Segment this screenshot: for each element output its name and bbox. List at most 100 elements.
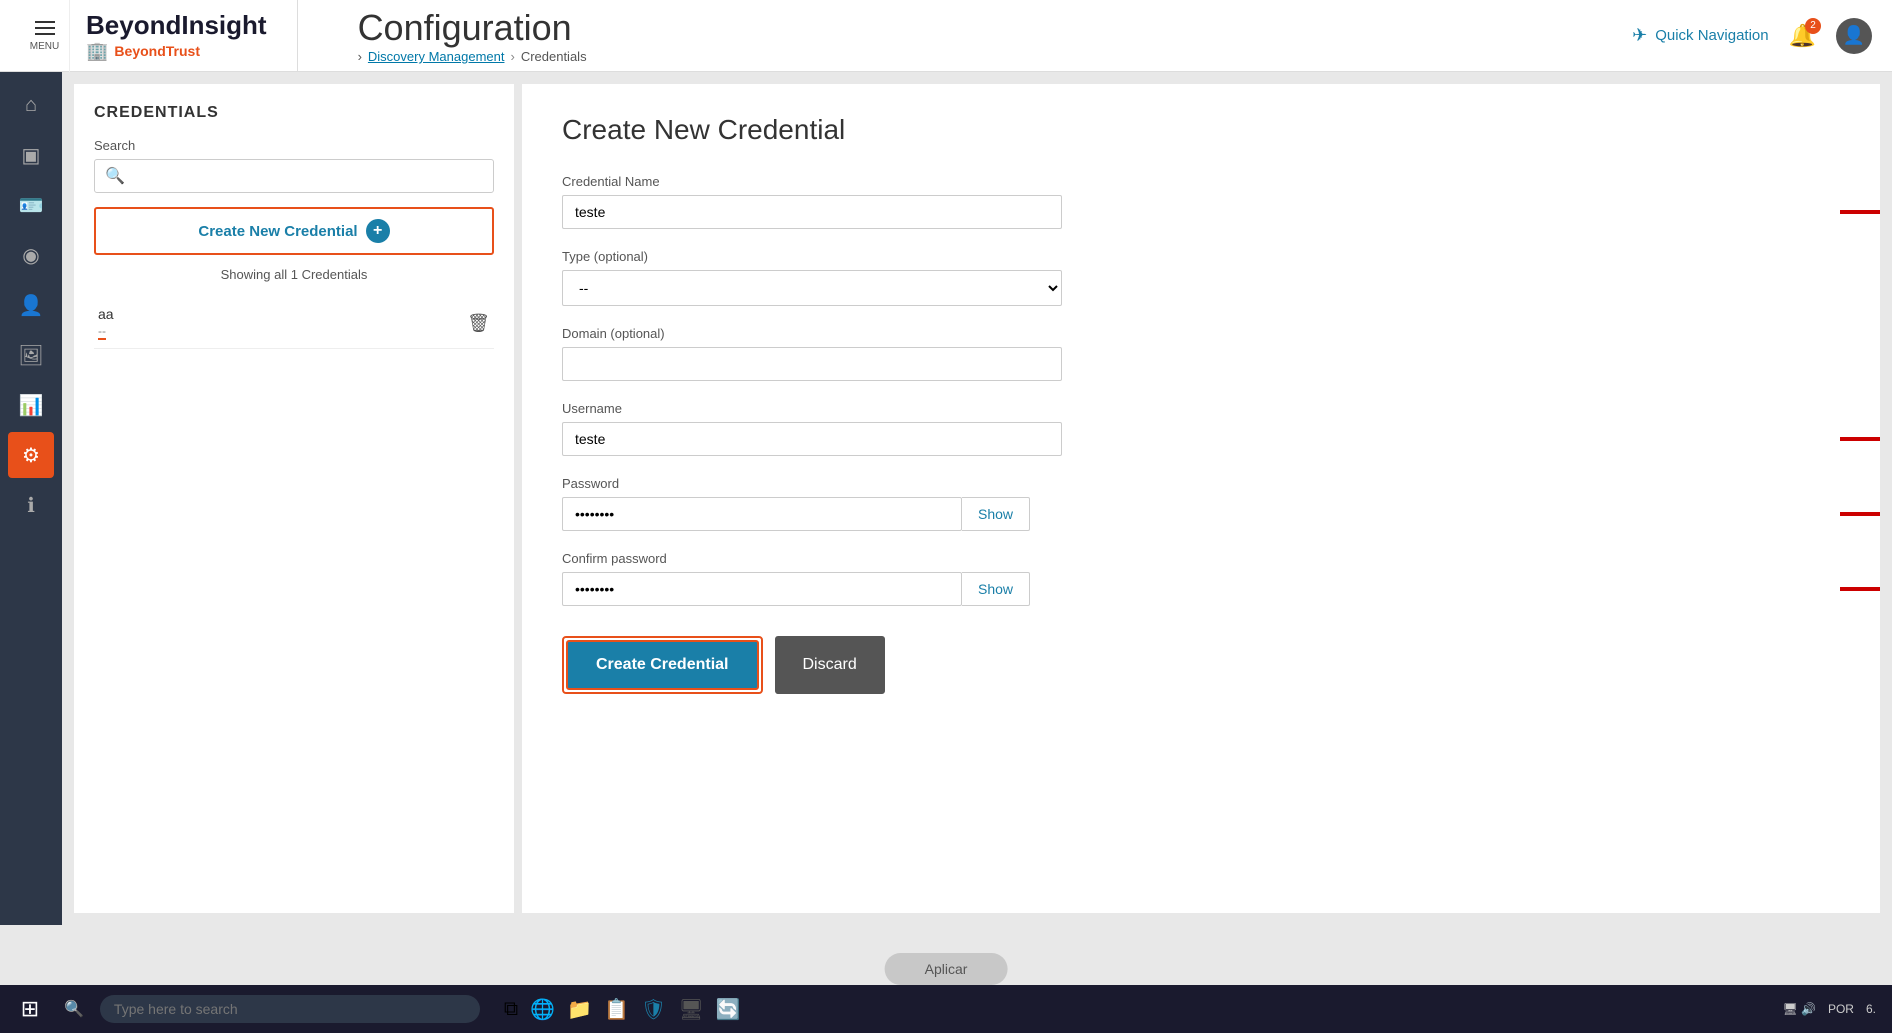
header: MENU BeyondInsight 🏢 BeyondTrust Configu… [0,0,1892,72]
form-panel: Create New Credential Credential Name Ty… [522,84,1880,913]
logo-area: BeyondInsight 🏢 BeyondTrust [86,0,298,72]
clipboard-icon[interactable]: 📋 [604,997,629,1022]
brand-icon: 🏢 [86,41,108,62]
breadcrumb: › Discovery Management › Credentials [358,49,1633,64]
taskbar-search-input[interactable] [100,995,480,1023]
nav-item-id[interactable]: 🪪 [8,182,54,228]
credential-item-info: aa -- [98,306,114,340]
showing-text: Showing all 1 Credentials [94,267,494,282]
terminal-icon[interactable]: 🖥 [678,997,703,1022]
taskview-icon[interactable]: ⧉ [504,998,518,1021]
domain-input[interactable] [562,347,1062,381]
user-avatar[interactable]: 👤 [1836,18,1872,54]
red-arrow-2 [1840,419,1880,459]
nav-item-settings[interactable]: ⚙ [8,432,54,478]
windows-start-button[interactable]: ⊞ [12,991,48,1027]
folder-icon[interactable]: 📁 [567,997,592,1022]
credentials-panel: CREDENTIALS Search 🔍 Create New Credenti… [74,84,514,913]
red-arrow-3 [1840,494,1880,534]
nav-item-home[interactable]: ⌂ [8,82,54,128]
show-password-button[interactable]: Show [962,497,1030,531]
credentials-title: CREDENTIALS [94,104,494,122]
create-credential-label: Create New Credential [198,223,357,240]
delete-credential-button[interactable]: 🗑 [467,313,490,334]
password-input[interactable] [562,497,962,531]
create-new-credential-button[interactable]: Create New Credential + [94,207,494,255]
notifications-button[interactable]: 🔔 2 [1789,23,1816,49]
discard-button[interactable]: Discard [775,636,885,694]
nav-item-monitor[interactable]: ▣ [8,132,54,178]
password-input-row: Show [562,497,1030,531]
bottom-area: Aplicar [0,925,1892,985]
shield-icon[interactable]: 🛡 [641,997,666,1022]
domain-group: Domain (optional) [562,326,1840,381]
search-box: 🔍 [94,159,494,193]
page-header: Configuration › Discovery Management › C… [328,7,1633,64]
credential-type: -- [98,324,106,340]
type-group: Type (optional) -- Local Account Domain … [562,249,1840,306]
credential-name-group: Credential Name [562,174,1840,229]
credential-name-row [562,195,1840,229]
menu-button[interactable]: MENU [20,0,70,72]
confirm-password-group: Confirm password Show [562,551,1840,606]
clock-area: 6. [1866,1002,1876,1016]
search-label: Search [94,138,494,153]
left-nav: ⌂ ▣ 🪪 ◉ 👤 🖼 📊 ⚙ ℹ [0,72,62,925]
show-confirm-password-button[interactable]: Show [962,572,1030,606]
breadcrumb-sep2: › [510,49,514,64]
domain-label: Domain (optional) [562,326,1840,341]
search-icon: 🔍 [105,166,125,186]
credential-name: aa [98,306,114,322]
windows-icon: ⊞ [21,996,39,1022]
red-arrow-1 [1840,192,1880,232]
nav-item-image[interactable]: 🖼 [8,332,54,378]
search-icon-taskbar: 🔍 [64,999,84,1019]
system-tray-icons: 🖥 🔊 [1782,1002,1816,1016]
confirm-password-input-row: Show [562,572,1030,606]
nav-item-activity[interactable]: ◉ [8,232,54,278]
content-area: CREDENTIALS Search 🔍 Create New Credenti… [62,72,1892,925]
logo-sub: 🏢 BeyondTrust [86,41,200,62]
notification-badge: 2 [1805,18,1821,34]
nav-item-chart[interactable]: 📊 [8,382,54,428]
username-input[interactable] [562,422,1062,456]
quick-nav-button[interactable]: ✈ Quick Navigation [1632,25,1768,46]
aplicar-button[interactable]: Aplicar [885,953,1008,985]
username-row [562,422,1840,456]
confirm-password-row: Show [562,572,1840,606]
menu-label: MENU [30,41,59,52]
breadcrumb-sep: › [358,49,362,64]
type-label: Type (optional) [562,249,1840,264]
form-actions: Create Credential Discard [562,636,1840,694]
red-arrow-4 [1840,569,1880,609]
edge-icon[interactable]: 🌐 [530,997,555,1022]
main-body: ⌂ ▣ 🪪 ◉ 👤 🖼 📊 ⚙ ℹ CREDENTIALS Search 🔍 C… [0,72,1892,925]
language-indicator: POR [1828,1002,1854,1016]
search-input[interactable] [131,168,483,184]
nav-item-info[interactable]: ℹ [8,482,54,528]
navigation-icon: ✈ [1632,25,1647,46]
password-label: Password [562,476,1840,491]
confirm-password-input[interactable] [562,572,962,606]
credential-name-input[interactable] [562,195,1062,229]
taskbar-apps: ⧉ 🌐 📁 📋 🛡 🖥 🔄 [504,997,741,1022]
credential-list-item: aa -- 🗑 [94,298,494,349]
taskbar: ⊞ 🔍 ⧉ 🌐 📁 📋 🛡 🖥 🔄 🖥 🔊 POR 6. [0,985,1892,1033]
page-title: Configuration [358,7,1633,49]
form-title: Create New Credential [562,114,1840,146]
password-group: Password Show [562,476,1840,531]
type-select[interactable]: -- Local Account Domain Account SSH Key [562,270,1062,306]
quick-nav-label: Quick Navigation [1655,27,1768,44]
create-credential-button[interactable]: Create Credential [566,640,759,690]
breadcrumb-current: Credentials [521,49,587,64]
password-row: Show [562,497,1840,531]
plus-icon: + [366,219,390,243]
username-label: Username [562,401,1840,416]
nav-item-users[interactable]: 👤 [8,282,54,328]
username-group: Username [562,401,1840,456]
brand-text: BeyondTrust [114,43,200,59]
loading-icon[interactable]: 🔄 [716,997,741,1022]
taskbar-right: 🖥 🔊 POR 6. [1782,1002,1876,1016]
header-right: ✈ Quick Navigation 🔔 2 👤 [1632,18,1872,54]
breadcrumb-parent[interactable]: Discovery Management [368,49,505,64]
